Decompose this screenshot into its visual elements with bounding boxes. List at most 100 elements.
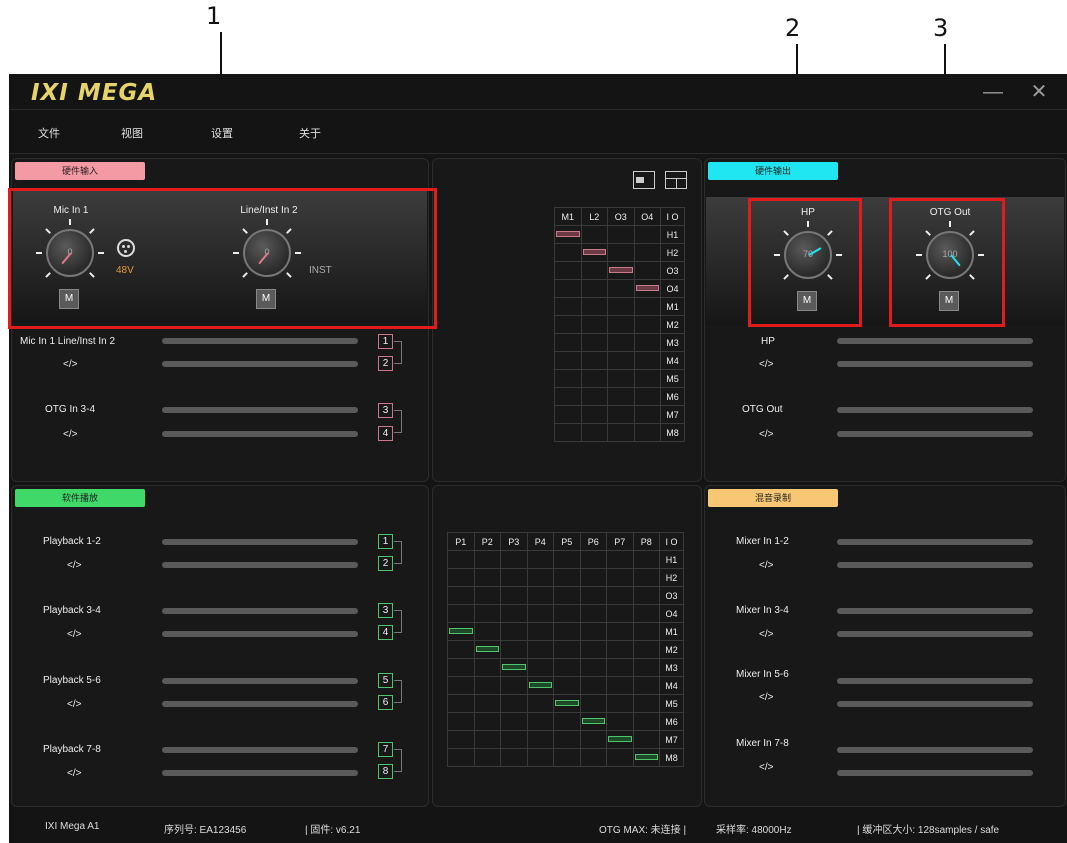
- playback-matrix-cell[interactable]: [447, 622, 475, 641]
- playback-matrix-cell[interactable]: [606, 640, 634, 659]
- playback-matrix-cell[interactable]: [579, 694, 607, 713]
- input-matrix-cell[interactable]: [554, 405, 582, 424]
- playback-matrix-cell[interactable]: [473, 748, 501, 767]
- playback-matrix-cell[interactable]: [579, 604, 607, 623]
- playback-matrix-cell[interactable]: [526, 550, 554, 569]
- playback-matrix-cell[interactable]: [553, 712, 581, 731]
- playback-matrix-cell[interactable]: [500, 676, 528, 695]
- input-matrix-cell[interactable]: [554, 351, 582, 370]
- playback-matrix-cell[interactable]: [447, 658, 475, 677]
- input-matrix-cell[interactable]: [554, 225, 582, 244]
- playback-matrix-cell[interactable]: [606, 550, 634, 569]
- mixer-in-3-4-code[interactable]: </>: [759, 629, 773, 640]
- playback-matrix-cell[interactable]: [473, 694, 501, 713]
- playback-matrix-cell[interactable]: [632, 586, 660, 605]
- playback-matrix-cell[interactable]: [447, 550, 475, 569]
- playback-matrix-cell[interactable]: [473, 622, 501, 641]
- playback-matrix-cell[interactable]: [447, 712, 475, 731]
- playback-matrix-cell[interactable]: [500, 568, 528, 587]
- playback-matrix-cell[interactable]: [632, 622, 660, 641]
- input-matrix-cell[interactable]: [633, 279, 661, 298]
- input-matrix-cell[interactable]: [607, 333, 635, 352]
- input-matrix-cell[interactable]: [580, 279, 608, 298]
- menu-about[interactable]: 关于: [299, 125, 321, 141]
- input-channel-1[interactable]: 1: [378, 334, 393, 349]
- playback-1-2-code[interactable]: </>: [67, 560, 81, 571]
- input-matrix-cell[interactable]: [580, 333, 608, 352]
- input-matrix-cell[interactable]: [580, 243, 608, 262]
- playback-matrix-cell[interactable]: [500, 622, 528, 641]
- close-button[interactable]: ✕: [1027, 80, 1051, 104]
- input-row-2-code[interactable]: </>: [63, 429, 77, 440]
- playback-7-8-code[interactable]: </>: [67, 768, 81, 779]
- playback-channel-3[interactable]: 3: [378, 603, 393, 618]
- playback-matrix-cell[interactable]: [526, 748, 554, 767]
- playback-matrix-cell[interactable]: [500, 586, 528, 605]
- menu-settings[interactable]: 设置: [211, 125, 233, 141]
- minimize-button[interactable]: —: [981, 80, 1005, 104]
- playback-matrix-cell[interactable]: [579, 676, 607, 695]
- playback-matrix-cell[interactable]: [500, 730, 528, 749]
- input-matrix-cell[interactable]: [607, 315, 635, 334]
- playback-matrix-cell[interactable]: [553, 676, 581, 695]
- playback-channel-7[interactable]: 7: [378, 742, 393, 757]
- playback-matrix-cell[interactable]: [526, 694, 554, 713]
- playback-matrix-cell[interactable]: [526, 568, 554, 587]
- input-matrix-cell[interactable]: [580, 387, 608, 406]
- playback-matrix-cell[interactable]: [579, 748, 607, 767]
- playback-matrix-cell[interactable]: [526, 586, 554, 605]
- playback-matrix-cell[interactable]: [447, 604, 475, 623]
- playback-matrix-cell[interactable]: [632, 748, 660, 767]
- input-matrix-cell[interactable]: [633, 351, 661, 370]
- playback-matrix-cell[interactable]: [553, 568, 581, 587]
- input-matrix-cell[interactable]: [580, 423, 608, 442]
- playback-matrix-cell[interactable]: [553, 730, 581, 749]
- playback-3-4-code[interactable]: </>: [67, 629, 81, 640]
- playback-matrix-cell[interactable]: [473, 676, 501, 695]
- playback-channel-2[interactable]: 2: [378, 556, 393, 571]
- playback-matrix-cell[interactable]: [473, 550, 501, 569]
- input-matrix-cell[interactable]: [580, 225, 608, 244]
- input-matrix-cell[interactable]: [633, 225, 661, 244]
- playback-matrix-cell[interactable]: [579, 622, 607, 641]
- playback-matrix-cell[interactable]: [606, 586, 634, 605]
- input-matrix-cell[interactable]: [607, 261, 635, 280]
- playback-channel-4[interactable]: 4: [378, 625, 393, 640]
- playback-matrix-cell[interactable]: [526, 604, 554, 623]
- playback-matrix-cell[interactable]: [632, 640, 660, 659]
- playback-matrix-cell[interactable]: [447, 730, 475, 749]
- playback-matrix-cell[interactable]: [447, 586, 475, 605]
- playback-matrix-cell[interactable]: [606, 676, 634, 695]
- playback-matrix-cell[interactable]: [579, 730, 607, 749]
- playback-matrix-cell[interactable]: [473, 586, 501, 605]
- input-matrix-cell[interactable]: [607, 423, 635, 442]
- input-matrix-cell[interactable]: [607, 279, 635, 298]
- input-matrix-cell[interactable]: [607, 351, 635, 370]
- playback-matrix-cell[interactable]: [526, 658, 554, 677]
- playback-matrix-cell[interactable]: [606, 748, 634, 767]
- playback-matrix-cell[interactable]: [606, 658, 634, 677]
- playback-matrix-cell[interactable]: [500, 658, 528, 677]
- playback-matrix-cell[interactable]: [500, 694, 528, 713]
- input-channel-4[interactable]: 4: [378, 426, 393, 441]
- input-matrix-cell[interactable]: [607, 243, 635, 262]
- playback-matrix-cell[interactable]: [473, 640, 501, 659]
- playback-matrix-cell[interactable]: [526, 622, 554, 641]
- playback-matrix-cell[interactable]: [473, 730, 501, 749]
- input-matrix-cell[interactable]: [607, 369, 635, 388]
- input-matrix-cell[interactable]: [554, 261, 582, 280]
- input-matrix-cell[interactable]: [607, 405, 635, 424]
- input-channel-3[interactable]: 3: [378, 403, 393, 418]
- playback-matrix-cell[interactable]: [526, 730, 554, 749]
- playback-matrix-cell[interactable]: [500, 604, 528, 623]
- playback-matrix-cell[interactable]: [447, 676, 475, 695]
- playback-matrix-cell[interactable]: [553, 640, 581, 659]
- mixer-in-5-6-code[interactable]: </>: [759, 692, 773, 703]
- playback-channel-1[interactable]: 1: [378, 534, 393, 549]
- playback-matrix-cell[interactable]: [473, 658, 501, 677]
- playback-matrix-cell[interactable]: [579, 712, 607, 731]
- input-matrix-cell[interactable]: [554, 297, 582, 316]
- input-matrix-cell[interactable]: [554, 423, 582, 442]
- playback-matrix-cell[interactable]: [447, 568, 475, 587]
- input-matrix-cell[interactable]: [580, 351, 608, 370]
